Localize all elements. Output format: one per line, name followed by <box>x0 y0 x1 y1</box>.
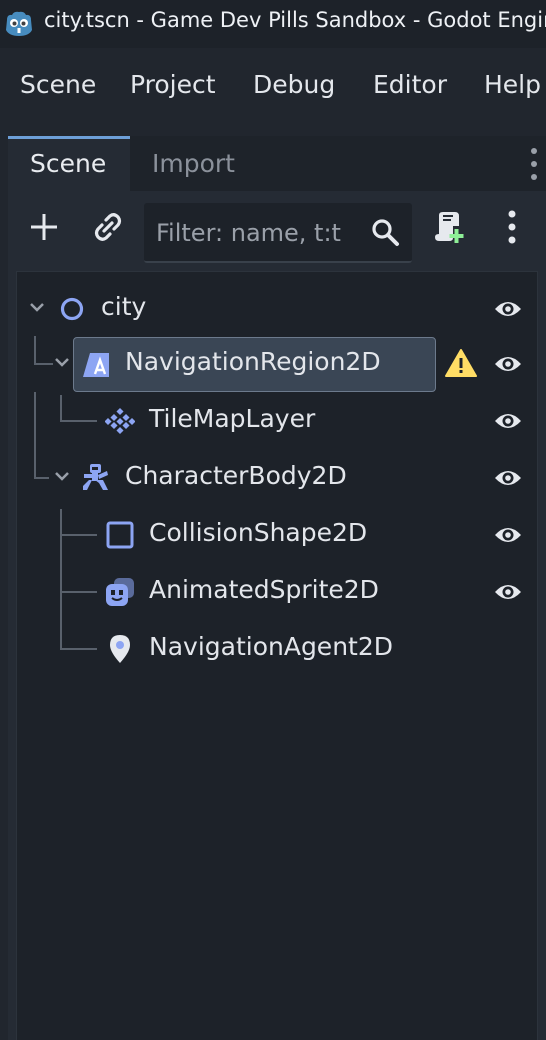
attach-script-button[interactable] <box>426 204 470 250</box>
tree-row-tilemaplayer[interactable]: TileMapLayer <box>17 392 537 449</box>
navigation-agent-icon <box>110 635 130 663</box>
instantiate-scene-button[interactable] <box>86 204 130 250</box>
link-icon <box>94 213 122 241</box>
menu-scene[interactable]: Scene <box>20 70 96 99</box>
node-name: CollisionShape2D <box>149 518 368 547</box>
menu-editor[interactable]: Editor <box>373 70 447 99</box>
node-name: NavigationAgent2D <box>149 632 393 661</box>
add-node-button[interactable] <box>22 204 66 250</box>
warning-icon[interactable] <box>445 348 477 378</box>
menu-debug[interactable]: Debug <box>253 70 335 99</box>
attach-script-icon <box>435 212 464 243</box>
visibility-eye-icon[interactable] <box>493 522 523 548</box>
node-name: city <box>101 292 147 321</box>
collision-shape-icon <box>106 521 134 549</box>
title-bar: city.tscn - Game Dev Pills Sandbox - God… <box>0 0 546 48</box>
chevron-down-icon[interactable] <box>53 469 71 483</box>
tab-scene[interactable]: Scene <box>8 136 130 191</box>
node2d-circle-icon <box>60 297 84 321</box>
tree-row-navigationagent2d[interactable]: NavigationAgent2D <box>17 620 537 677</box>
visibility-eye-icon[interactable] <box>493 296 523 322</box>
menu-bar: Scene Project Debug Editor Help <box>0 48 546 128</box>
chevron-down-icon[interactable] <box>53 355 71 369</box>
dock-tab-bar: Scene Import <box>8 136 546 191</box>
tree-row-collisionshape2d[interactable]: CollisionShape2D <box>17 506 537 563</box>
animated-sprite-icon <box>106 578 134 606</box>
node-name: TileMapLayer <box>149 404 316 433</box>
visibility-eye-icon[interactable] <box>493 408 523 434</box>
tree-row-characterbody2d[interactable]: CharacterBody2D <box>17 449 537 506</box>
node-name: AnimatedSprite2D <box>149 575 379 604</box>
filter-nodes-input[interactable] <box>156 213 358 253</box>
chevron-down-icon[interactable] <box>28 300 46 314</box>
scene-dock: Scene Import Filter: name, t:t city Navi… <box>8 136 546 1040</box>
kebab-menu-icon <box>508 210 516 244</box>
node-name: CharacterBody2D <box>125 461 347 490</box>
filter-nodes-box <box>144 203 412 263</box>
scene-tree: city NavigationRegion2D TileMapLayer Cha… <box>16 271 538 1040</box>
plus-icon <box>31 214 57 240</box>
search-icon <box>372 219 399 246</box>
scene-options-button[interactable] <box>490 204 534 250</box>
godot-logo-icon <box>6 11 32 37</box>
visibility-eye-icon[interactable] <box>493 465 523 491</box>
visibility-eye-icon[interactable] <box>493 579 523 605</box>
tree-row-animatedsprite2d[interactable]: AnimatedSprite2D <box>17 563 537 620</box>
scene-toolbar <box>8 191 546 271</box>
tilemap-icon <box>105 407 135 435</box>
window-title: city.tscn - Game Dev Pills Sandbox - God… <box>44 8 546 32</box>
tree-row-navigationregion2d[interactable]: NavigationRegion2D <box>17 335 537 392</box>
menu-help[interactable]: Help <box>484 70 541 99</box>
visibility-eye-icon[interactable] <box>493 351 523 377</box>
navigation-region-icon <box>83 353 109 377</box>
menu-project[interactable]: Project <box>130 70 216 99</box>
tab-import[interactable]: Import <box>130 136 257 191</box>
character-body-icon <box>83 464 108 490</box>
tab-menu-icon[interactable] <box>528 146 540 182</box>
node-name: NavigationRegion2D <box>125 347 381 376</box>
tree-row-city[interactable]: city <box>17 280 537 337</box>
